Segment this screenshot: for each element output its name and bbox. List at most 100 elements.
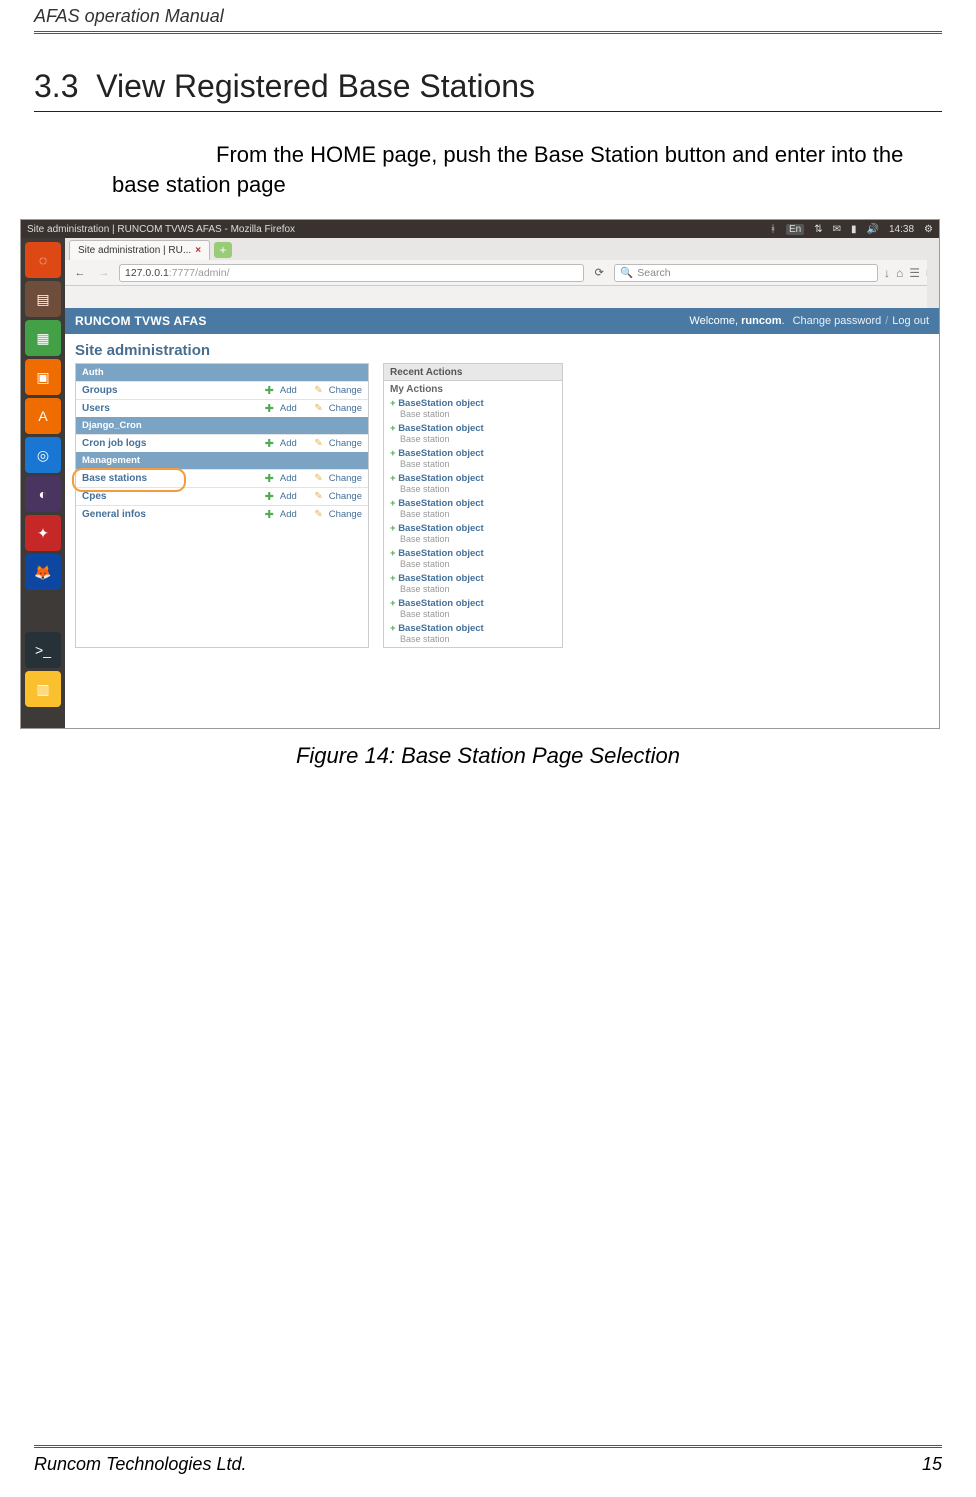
battery-icon[interactable]: ▮	[851, 224, 857, 235]
add-link[interactable]: Add	[280, 385, 297, 396]
browser-tab[interactable]: Site administration | RU... ×	[69, 240, 210, 260]
change-link[interactable]: Change	[329, 473, 362, 484]
launcher-terminal-icon[interactable]: >_	[25, 632, 61, 668]
search-field[interactable]: 🔍 Search	[614, 264, 878, 282]
launcher-impress-icon[interactable]: ▣	[25, 359, 61, 395]
pencil-icon: ✎	[314, 491, 322, 502]
clock[interactable]: 14:38	[889, 224, 914, 235]
url-field[interactable]: 127.0.0.1:7777/admin/	[119, 264, 584, 282]
recent-action-item[interactable]: BaseStation objectBase station	[384, 422, 562, 447]
add-link[interactable]: Add	[280, 438, 297, 449]
home-icon[interactable]: ⌂	[896, 266, 903, 280]
add-link[interactable]: Add	[280, 403, 297, 414]
bookmarks-icon[interactable]: ☰	[909, 266, 920, 280]
launcher-spacer	[25, 593, 61, 629]
launcher-firefox-icon[interactable]: 🦊	[25, 554, 61, 590]
action-title: BaseStation object	[390, 498, 556, 509]
recent-action-item[interactable]: BaseStation objectBase station	[384, 522, 562, 547]
action-sub: Base station	[400, 559, 556, 569]
search-placeholder: Search	[637, 267, 670, 279]
action-sub: Base station	[400, 484, 556, 494]
action-sub: Base station	[400, 584, 556, 594]
link-cronjoblogs[interactable]: Cron job logs	[82, 438, 265, 449]
plus-icon: ✚	[265, 437, 274, 450]
link-generalinfos[interactable]: General infos	[82, 509, 265, 520]
change-link[interactable]: Change	[329, 491, 362, 502]
launcher-software-icon[interactable]: A	[25, 398, 61, 434]
add-link[interactable]: Add	[280, 491, 297, 502]
recent-action-item[interactable]: BaseStation objectBase station	[384, 572, 562, 597]
section-number: 3.3	[34, 68, 78, 104]
pencil-icon: ✎	[314, 385, 322, 396]
gear-icon[interactable]: ⚙	[924, 224, 933, 235]
recent-action-item[interactable]: BaseStation objectBase station	[384, 397, 562, 422]
recent-action-item[interactable]: BaseStation objectBase station	[384, 472, 562, 497]
figure-caption: Figure 14: Base Station Page Selection	[34, 743, 942, 769]
launcher-eclipse-icon[interactable]: ◐	[25, 476, 61, 512]
add-link[interactable]: Add	[280, 473, 297, 484]
admin-header: RUNCOM TVWS AFAS Welcome, runcom. Change…	[65, 308, 939, 334]
network-icon[interactable]: ⇅	[814, 224, 822, 235]
username: runcom	[741, 315, 781, 327]
row-users: Users ✚ Add ✎ Change	[76, 399, 368, 417]
new-tab-button[interactable]: +	[214, 242, 232, 258]
pencil-icon: ✎	[314, 473, 322, 484]
action-title: BaseStation object	[390, 473, 556, 484]
volume-icon[interactable]: 🔊	[867, 224, 879, 235]
language-indicator[interactable]: En	[786, 224, 804, 235]
recent-action-item[interactable]: BaseStation objectBase station	[384, 622, 562, 647]
section-title: View Registered Base Stations	[96, 68, 535, 104]
launcher-calc-icon[interactable]: ▦	[25, 320, 61, 356]
search-icon: 🔍	[620, 266, 633, 279]
pencil-icon: ✎	[314, 403, 322, 414]
bluetooth-icon[interactable]: ᚼ	[770, 224, 776, 235]
change-link[interactable]: Change	[329, 509, 362, 520]
recent-action-item[interactable]: BaseStation objectBase station	[384, 447, 562, 472]
launcher-dash-icon[interactable]: ◌	[25, 242, 61, 278]
link-basestations[interactable]: Base stations	[82, 473, 265, 484]
launcher-app3-icon[interactable]: ▥	[25, 671, 61, 707]
tab-label: Site administration | RU...	[78, 245, 191, 256]
section-body: From the HOME page, push the Base Statio…	[112, 140, 932, 199]
action-sub: Base station	[400, 409, 556, 419]
link-groups[interactable]: Groups	[82, 385, 265, 396]
link-users[interactable]: Users	[82, 403, 265, 414]
admin-brand: RUNCOM TVWS AFAS	[75, 314, 207, 328]
forward-button[interactable]: →	[95, 267, 113, 279]
change-password-link[interactable]: Change password	[793, 315, 882, 327]
footer-rule	[34, 1445, 942, 1448]
mail-icon[interactable]: ✉	[833, 224, 841, 235]
add-link[interactable]: Add	[280, 509, 297, 520]
group-auth-header: Auth	[76, 364, 368, 381]
firefox-window: Site administration | RU... × + ← → 127.…	[65, 238, 939, 728]
action-title: BaseStation object	[390, 523, 556, 534]
recent-action-item[interactable]: BaseStation objectBase station	[384, 547, 562, 572]
action-sub: Base station	[400, 509, 556, 519]
change-link[interactable]: Change	[329, 403, 362, 414]
back-button[interactable]: ←	[71, 267, 89, 279]
action-sub: Base station	[400, 459, 556, 469]
reload-button[interactable]: ⟳	[590, 266, 608, 279]
tab-close-icon[interactable]: ×	[195, 245, 201, 256]
action-title: BaseStation object	[390, 423, 556, 434]
logout-link[interactable]: Log out	[892, 315, 929, 327]
action-title: BaseStation object	[390, 598, 556, 609]
change-link[interactable]: Change	[329, 438, 362, 449]
downloads-icon[interactable]: ↓	[884, 266, 890, 280]
window-title: Site administration | RUNCOM TVWS AFAS -…	[27, 224, 770, 235]
section-heading: 3.3 View Registered Base Stations	[34, 68, 942, 105]
recent-action-item[interactable]: BaseStation objectBase station	[384, 597, 562, 622]
launcher-files-icon[interactable]: ▤	[25, 281, 61, 317]
action-title: BaseStation object	[390, 548, 556, 559]
action-title: BaseStation object	[390, 573, 556, 584]
plus-icon: ✚	[265, 402, 274, 415]
link-cpes[interactable]: Cpes	[82, 491, 265, 502]
address-bar: ← → 127.0.0.1:7777/admin/ ⟳ 🔍 Search ↓ ⌂…	[65, 260, 939, 286]
row-generalinfos: General infos ✚Add ✎Change	[76, 505, 368, 523]
launcher-app2-icon[interactable]: ✦	[25, 515, 61, 551]
header-rule	[34, 31, 942, 34]
launcher-app1-icon[interactable]: ◎	[25, 437, 61, 473]
recent-action-item[interactable]: BaseStation objectBase station	[384, 497, 562, 522]
action-title: BaseStation object	[390, 623, 556, 634]
change-link[interactable]: Change	[329, 385, 362, 396]
